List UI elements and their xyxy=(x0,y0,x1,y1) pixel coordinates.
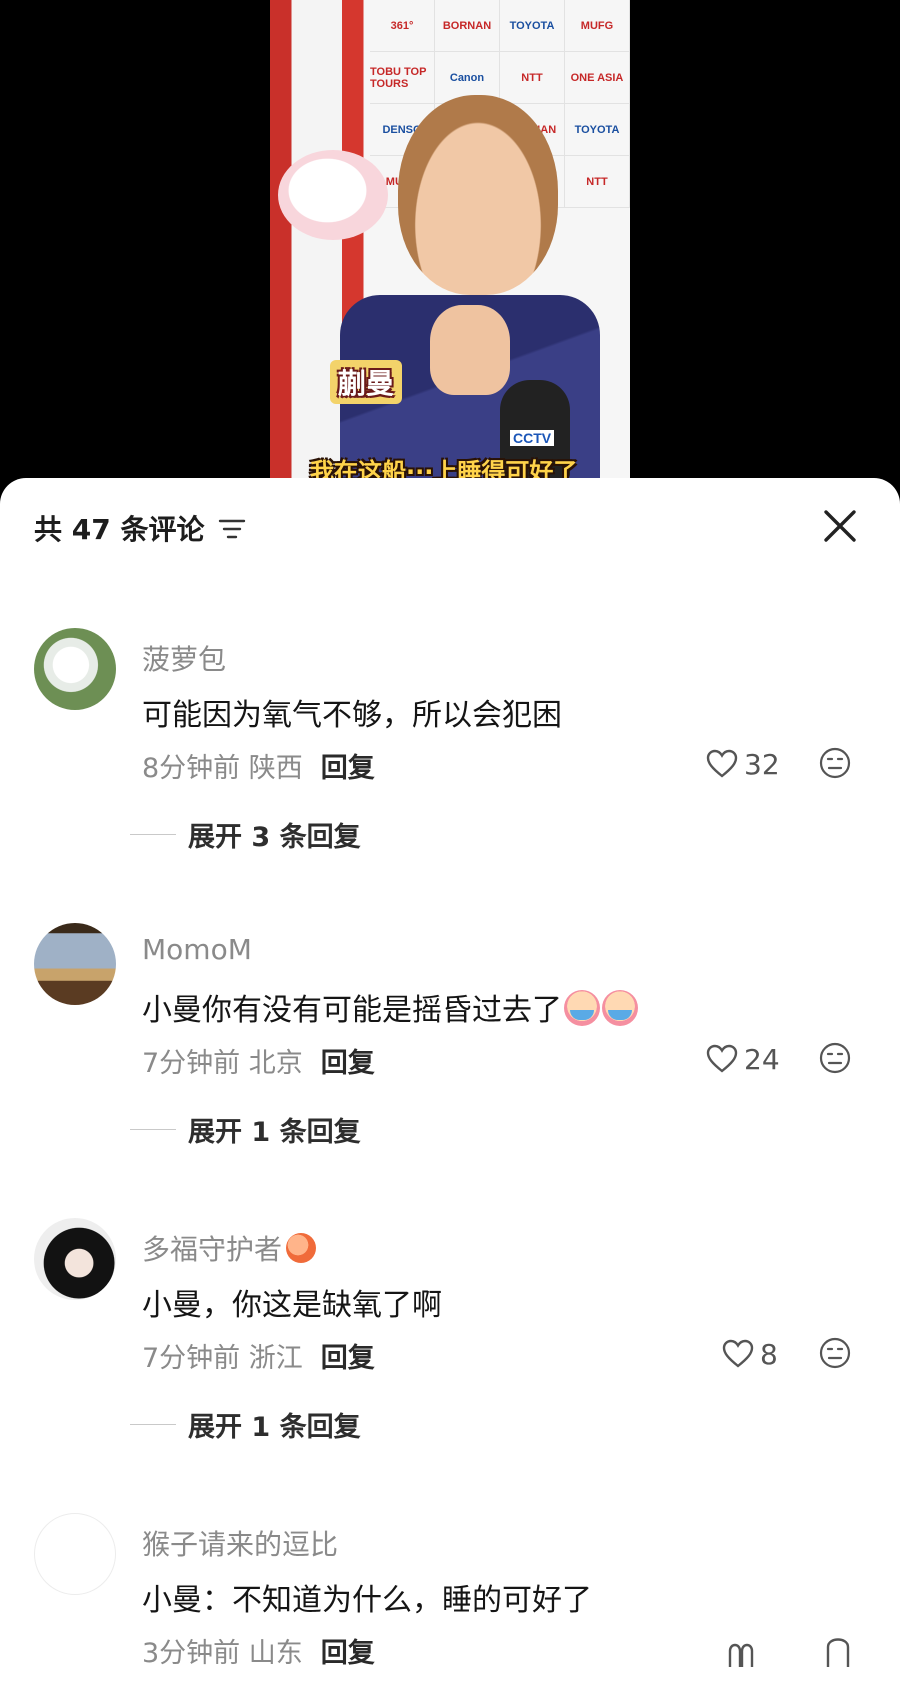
comment-username[interactable]: 猴子请来的逗比 xyxy=(142,1523,338,1563)
comment-time-location: 3分钟前 山东 xyxy=(142,1638,303,1669)
expand-replies-label: 展开 1 条回复 xyxy=(188,1116,361,1148)
name-caption: 蒯曼 xyxy=(330,360,403,404)
avatar[interactable] xyxy=(34,628,116,710)
expand-replies-button[interactable]: 展开 1 条回复 xyxy=(130,1406,361,1443)
like-button[interactable]: 32 xyxy=(706,746,780,782)
comment-item: MomoM 小曼你有没有可能是摇昏过去了 7分钟前 北京 回复 24 展开 1 条… xyxy=(0,923,900,1218)
neutral-face-icon[interactable] xyxy=(818,1336,852,1370)
sponsor-logo: 361° xyxy=(370,0,435,52)
comment-meta: 3分钟前 山东 回复 xyxy=(142,1631,375,1670)
expand-replies-label: 展开 3 条回复 xyxy=(188,821,361,853)
avatar[interactable] xyxy=(34,923,116,1005)
comments-header: 共 47 条评论 xyxy=(0,478,900,578)
heart-outline-icon xyxy=(706,1044,738,1073)
crying-face-emoji xyxy=(602,990,638,1026)
comments-title: 共 47 条评论 xyxy=(34,513,205,546)
like-button[interactable]: 24 xyxy=(706,1041,780,1077)
comment-meta: 8分钟前 陕西 回复 xyxy=(142,746,375,785)
divider-line xyxy=(130,1128,176,1130)
head xyxy=(398,95,558,295)
reply-button[interactable]: 回复 xyxy=(321,1343,375,1374)
like-button[interactable]: 8 xyxy=(722,1336,778,1372)
close-icon[interactable] xyxy=(820,506,860,546)
comment-username[interactable]: 多福守护者 xyxy=(142,1228,317,1268)
expand-replies-button[interactable]: 展开 3 条回复 xyxy=(130,816,361,853)
reply-button[interactable]: 回复 xyxy=(321,753,375,784)
avatar[interactable] xyxy=(34,1513,116,1595)
video-player[interactable]: 361° BORNAN TOYOTA MUFG TOBU TOP TOURS C… xyxy=(0,0,900,480)
reply-button[interactable]: 回复 xyxy=(321,1638,375,1669)
microphone-logo: CCTV xyxy=(510,430,555,446)
comment-text: 小曼，你这是缺氧了啊 xyxy=(142,1288,442,1323)
avatar[interactable] xyxy=(34,1218,116,1300)
comment-time-location: 8分钟前 陕西 xyxy=(142,753,303,784)
video-subtitle: 我在这船···上睡得可好了 xyxy=(310,458,578,480)
comment-text: 小曼你有没有可能是摇昏过去了 xyxy=(142,985,638,1029)
neutral-face-icon[interactable] xyxy=(818,746,852,780)
heart-outline-icon xyxy=(706,749,738,778)
like-count: 24 xyxy=(744,1042,780,1076)
sponsor-logo: TOYOTA xyxy=(500,0,565,52)
comment-username[interactable]: MomoM xyxy=(142,933,252,966)
like-count: 8 xyxy=(760,1337,778,1371)
comment-item: 猴子请来的逗比 小曼：不知道为什么，睡的可好了 3分钟前 山东 回复 xyxy=(0,1513,900,1688)
comment-item: 菠萝包 可能因为氧气不够，所以会犯困 8分钟前 陕西 回复 32 展开 3 条回复 xyxy=(0,628,900,923)
hand xyxy=(430,305,510,395)
expand-replies-button[interactable]: 展开 1 条回复 xyxy=(130,1111,361,1148)
sort-filter-icon[interactable] xyxy=(218,518,246,540)
comment-item: 多福守护者 小曼，你这是缺氧了啊 7分钟前 浙江 回复 8 展开 1 条回复 xyxy=(0,1218,900,1513)
comment-meta: 7分钟前 浙江 回复 xyxy=(142,1336,375,1375)
sponsor-logo: BORNAN xyxy=(435,0,500,52)
like-button-icon-partial[interactable] xyxy=(720,1629,880,1669)
peach-emoji xyxy=(286,1233,317,1263)
divider-line xyxy=(130,1423,176,1425)
heart-outline-icon xyxy=(722,1339,754,1368)
crying-face-emoji xyxy=(564,990,600,1026)
divider-line xyxy=(130,833,176,835)
comment-time-location: 7分钟前 浙江 xyxy=(142,1343,303,1374)
comments-sheet: 共 47 条评论 菠萝包 可能因为氧气不够，所以会犯困 8分钟前 陕西 回复 32 xyxy=(0,478,900,1688)
comment-text: 小曼：不知道为什么，睡的可好了 xyxy=(142,1583,592,1618)
video-frame[interactable]: 361° BORNAN TOYOTA MUFG TOBU TOP TOURS C… xyxy=(270,0,630,480)
comment-time-location: 7分钟前 北京 xyxy=(142,1048,303,1079)
sponsor-logo: MUFG xyxy=(565,0,630,52)
like-count: 32 xyxy=(744,747,780,781)
expand-replies-label: 展开 1 条回复 xyxy=(188,1411,361,1443)
comment-meta: 7分钟前 北京 回复 xyxy=(142,1041,375,1080)
comment-username[interactable]: 菠萝包 xyxy=(142,638,226,678)
comment-text: 可能因为氧气不够，所以会犯困 xyxy=(142,698,562,733)
reply-button[interactable]: 回复 xyxy=(321,1048,375,1079)
neutral-face-icon[interactable] xyxy=(818,1041,852,1075)
